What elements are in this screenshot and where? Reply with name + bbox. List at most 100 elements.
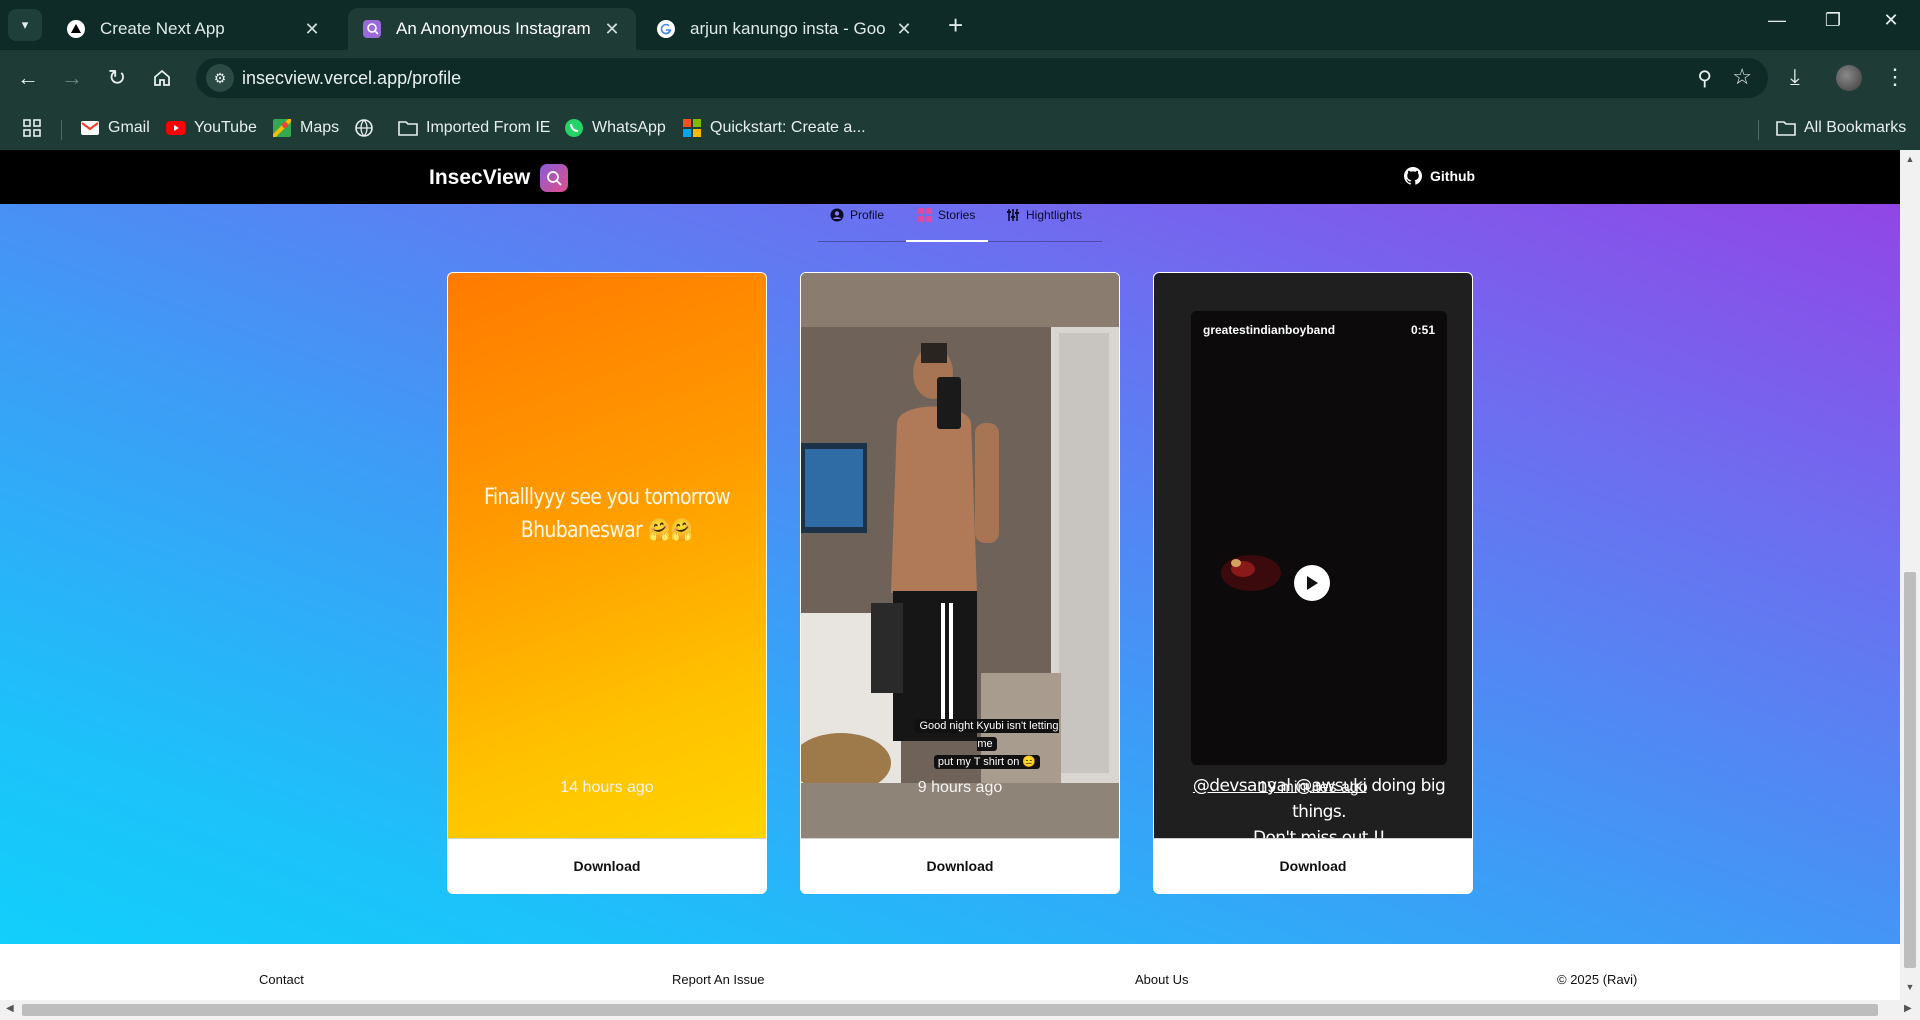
github-icon [1404, 167, 1422, 185]
plus-icon: + [948, 10, 964, 40]
tab-label: Stories [938, 208, 976, 222]
tab-google-search[interactable]: arjun kanungo insta - Google Search ✕ [642, 8, 928, 50]
story-media-text[interactable]: Finalllyyy see you tomorrow Bhubaneswar … [448, 273, 766, 840]
bookmark-label: All Bookmarks [1804, 119, 1907, 136]
video-duration: 0:51 [1410, 323, 1435, 337]
story-text-line: Bhubaneswar 🤗🤗 [520, 518, 694, 543]
downloads-button[interactable]: ⤓ [1790, 64, 1800, 90]
video-player[interactable]: greatestindianboyband 0:51 [1191, 311, 1447, 765]
bookmark-gmail[interactable]: Gmail [80, 116, 150, 140]
horizontal-scrollbar[interactable]: ◀ ▶ [0, 1000, 1920, 1020]
footer-about-link[interactable]: About Us [1135, 972, 1188, 987]
reload-button[interactable]: ↻ [103, 64, 131, 92]
home-button[interactable] [148, 64, 176, 92]
nextjs-triangle-icon [66, 19, 86, 39]
bookmark-label: Imported From IE [426, 119, 551, 136]
chevron-down-icon: ▾ [21, 17, 29, 32]
restore-button[interactable]: ❐ [1818, 10, 1848, 31]
story-timestamp: 14 hours ago [560, 779, 654, 796]
forward-button[interactable]: → [58, 64, 86, 92]
site-info-icon[interactable]: ⚙ [206, 64, 234, 92]
bookmarks-bar: Gmail YouTube Maps Imported From IE What… [0, 104, 1920, 150]
close-icon[interactable]: ✕ [894, 19, 914, 40]
arrow-right-icon: → [61, 65, 83, 90]
minimize-button[interactable]: — [1762, 10, 1792, 31]
close-icon[interactable]: ✕ [302, 19, 322, 40]
new-tab-button[interactable]: + [948, 12, 963, 38]
github-label: Github [1430, 168, 1476, 184]
back-button[interactable]: ← [14, 64, 42, 92]
story-card: greatestindianboyband 0:51 19 minutes ag… [1153, 272, 1473, 894]
play-icon [1307, 576, 1318, 590]
download-button[interactable]: Download [1154, 838, 1472, 893]
tab-label: Profile [850, 208, 885, 222]
google-g-icon [656, 19, 676, 39]
scrollbar-thumb[interactable] [1904, 572, 1916, 968]
close-icon: ✕ [1883, 10, 1899, 30]
tab-label: Hightlights [1026, 208, 1083, 222]
tab-title: Create Next App [100, 19, 225, 38]
tab-stories[interactable]: Stories [906, 208, 988, 242]
play-button[interactable] [1294, 565, 1330, 601]
minimize-icon: — [1768, 10, 1786, 30]
caption-mentions[interactable]: @devsanyal @awsuki [1193, 776, 1367, 796]
kebab-menu-icon: ⋮ [1884, 64, 1906, 89]
browser-tab-strip: ▾ Create Next App ✕ An Anonymous Instagr… [0, 0, 1920, 50]
bookmark-whatsapp[interactable]: WhatsApp [564, 116, 666, 140]
bookmark-label: Gmail [108, 119, 150, 136]
browser-menu-button[interactable]: ⋮ [1884, 64, 1906, 90]
footer-report-link[interactable]: Report An Issue [672, 972, 765, 987]
scroll-up-icon[interactable]: ▲ [1900, 154, 1920, 164]
bookmark-quickstart[interactable]: Quickstart: Create a... [682, 116, 866, 140]
bookmark-all-bookmarks[interactable]: All Bookmarks [1776, 116, 1906, 140]
folder-icon [1776, 118, 1796, 138]
site-footer: Contact Report An Issue About Us © 2025 … [0, 944, 1900, 1000]
footer-contact-link[interactable]: Contact [259, 972, 304, 987]
brand-logo-icon [540, 164, 569, 192]
grid-icon [918, 208, 932, 222]
profile-avatar[interactable] [1836, 65, 1862, 91]
tab-create-next-app[interactable]: Create Next App ✕ [52, 8, 336, 50]
profile-tabs: Profile Stories Hightlights [818, 204, 1102, 242]
tab-search-button[interactable]: ▾ [8, 9, 42, 41]
youtube-icon [166, 118, 186, 138]
close-window-button[interactable]: ✕ [1876, 10, 1906, 31]
story-caption: @devsanyal @awsuki doing big things. Don… [1174, 773, 1464, 840]
story-media-video[interactable]: greatestindianboyband 0:51 19 minutes ag… [1154, 273, 1472, 840]
caption-line: put my T shirt on 😑 [933, 755, 1041, 769]
bookmark-star-icon[interactable]: ☆ [1732, 64, 1752, 90]
bookmark-label: YouTube [194, 119, 257, 136]
scroll-right-icon[interactable]: ▶ [1904, 1003, 1912, 1014]
brand-name: InsecView [429, 166, 531, 189]
zoom-icon[interactable]: ⚲ [1697, 66, 1712, 91]
apps-button[interactable] [22, 116, 42, 140]
close-icon[interactable]: ✕ [602, 19, 622, 40]
user-circle-icon [830, 208, 844, 222]
bookmark-folder-imported[interactable]: Imported From IE [398, 116, 550, 140]
bookmark-youtube[interactable]: YouTube [166, 116, 257, 140]
story-timestamp: 9 hours ago [917, 779, 1003, 796]
url-text[interactable]: insecview.vercel.app/profile [242, 68, 461, 89]
story-caption: Good night Kyubi isn't letting me put my… [905, 717, 1069, 771]
address-bar[interactable]: ⚙ insecview.vercel.app/profile ⚲ ☆ [196, 58, 1768, 98]
insecview-favicon-icon [362, 19, 382, 39]
site-brand[interactable]: InsecView [429, 164, 569, 192]
github-link[interactable]: Github [1404, 167, 1475, 185]
vertical-scrollbar[interactable]: ▲ ▼ [1900, 150, 1920, 1000]
bookmark-globe[interactable] [354, 116, 382, 140]
tab-highlights[interactable]: Hightlights [1006, 208, 1102, 242]
download-button[interactable]: Download [448, 838, 766, 893]
bookmark-maps[interactable]: Maps [272, 116, 339, 140]
story-media-photo[interactable]: Good night Kyubi isn't letting me put my… [801, 273, 1119, 840]
story-text: Finalllyyy see you tomorrow Bhubaneswar … [470, 481, 743, 547]
bookmark-label: Maps [300, 119, 340, 136]
scroll-down-icon[interactable]: ▼ [1900, 982, 1920, 992]
scroll-left-icon[interactable]: ◀ [6, 1003, 14, 1014]
video-frame-image [1191, 311, 1447, 765]
story-card: Good night Kyubi isn't letting me put my… [800, 272, 1120, 894]
scrollbar-thumb[interactable] [22, 1004, 1878, 1016]
browser-toolbar: ← → ↻ ⚙ insecview.vercel.app/profile ⚲ ☆… [0, 50, 1920, 104]
tab-insecview-profile[interactable]: An Anonymous Instagram Profile ✕ [348, 8, 636, 50]
download-button[interactable]: Download [801, 838, 1119, 893]
tab-profile[interactable]: Profile [830, 208, 910, 242]
